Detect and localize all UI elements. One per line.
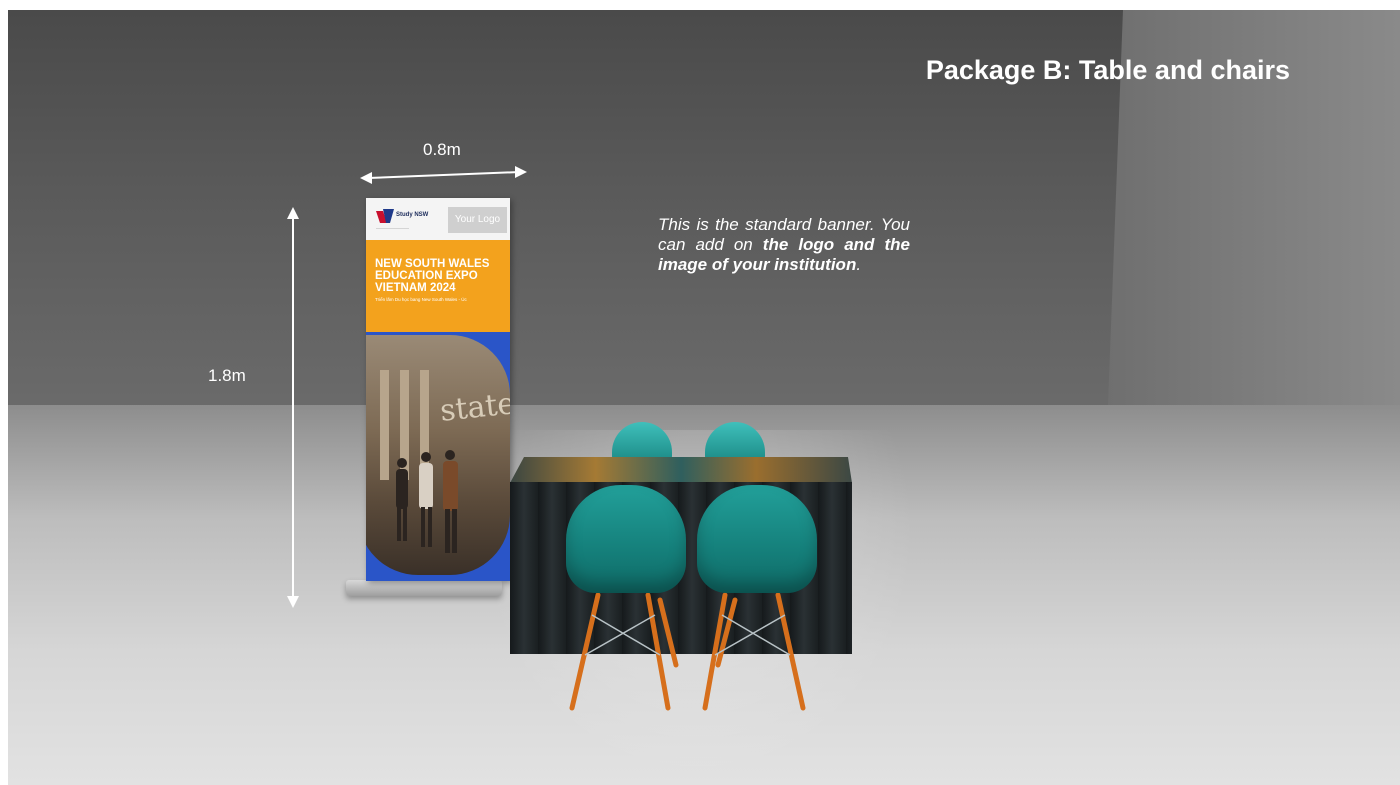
chair-legs	[569, 592, 806, 711]
near-chair-left	[566, 485, 686, 593]
near-chair-right	[697, 485, 817, 593]
